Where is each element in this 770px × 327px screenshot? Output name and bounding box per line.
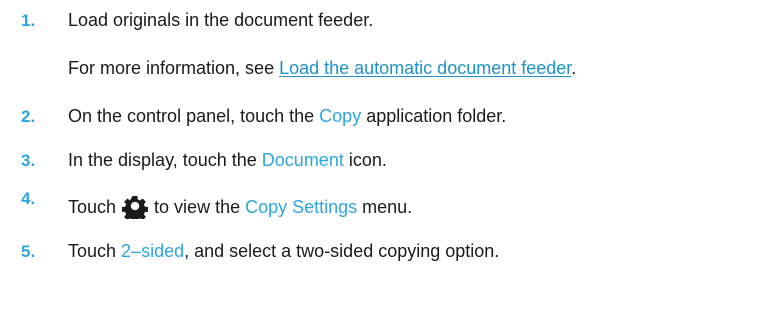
step-text: Touch 2–sided, and select a two-sided co… bbox=[68, 241, 500, 261]
more-info-prefix: For more information, see bbox=[68, 58, 280, 78]
step-text: Touch to view the Copy Settings menu. bbox=[68, 193, 412, 223]
step-text: Load originals in the document feeder. bbox=[68, 10, 374, 30]
step-text: In the display, touch the Document icon. bbox=[68, 150, 387, 170]
step-5: 5. Touch 2–sided, and select a two-sided… bbox=[0, 241, 499, 262]
step-number: 2. bbox=[21, 106, 36, 126]
load-feeder-link[interactable]: Load the automatic document feeder bbox=[279, 58, 571, 78]
copy-settings-term: Copy Settings bbox=[245, 197, 358, 217]
two-sided-term: 2–sided bbox=[121, 241, 185, 261]
step-number: 1. bbox=[21, 10, 36, 30]
step-number: 5. bbox=[21, 241, 36, 261]
more-info-line: For more information, see Load the autom… bbox=[68, 58, 576, 79]
instruction-steps: 1. Load originals in the document feeder… bbox=[0, 0, 770, 327]
gear-icon bbox=[121, 193, 149, 223]
copy-folder-term: Copy bbox=[319, 106, 362, 126]
step-number: 3. bbox=[21, 150, 36, 170]
step-4: 4. Touch to view the Copy Settings menu. bbox=[0, 189, 412, 223]
step-1: 1. Load originals in the document feeder… bbox=[0, 10, 373, 31]
step-text: On the control panel, touch the Copy app… bbox=[68, 106, 507, 126]
more-info-suffix: . bbox=[571, 58, 577, 78]
document-icon-term: Document bbox=[261, 150, 344, 170]
step-3: 3. In the display, touch the Document ic… bbox=[0, 150, 387, 171]
step-number: 4. bbox=[21, 189, 36, 208]
step-2: 2. On the control panel, touch the Copy … bbox=[0, 106, 506, 127]
